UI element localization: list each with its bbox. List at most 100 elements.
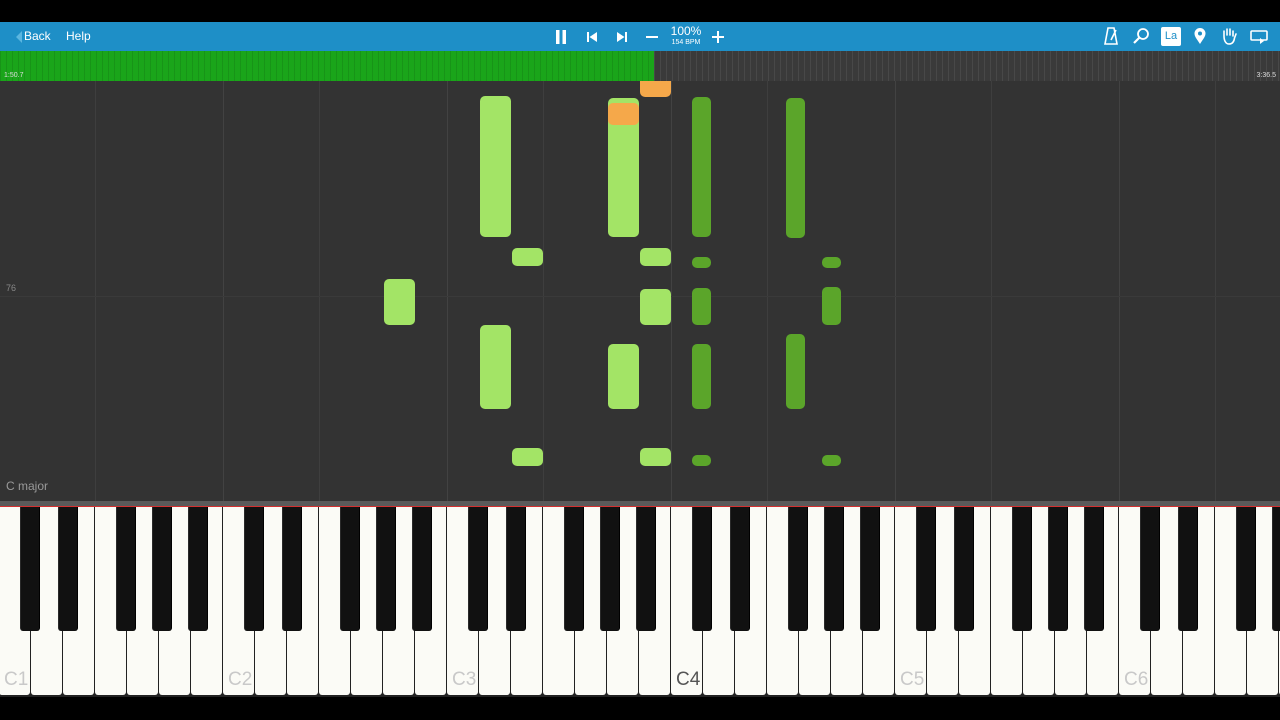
- zoom-readout: 100% 154 BPM: [668, 25, 704, 47]
- next-button[interactable]: [611, 22, 633, 51]
- black-key[interactable]: [506, 507, 526, 631]
- note: [384, 279, 415, 325]
- active-note: [640, 81, 671, 97]
- note: [640, 448, 671, 466]
- black-key[interactable]: [152, 507, 172, 631]
- zoom-out-button[interactable]: [641, 22, 663, 51]
- note: [480, 325, 511, 409]
- black-key[interactable]: [1178, 507, 1198, 631]
- black-key[interactable]: [1236, 507, 1256, 631]
- black-key[interactable]: [376, 507, 396, 631]
- note: [692, 257, 711, 268]
- bottom-bar: [0, 697, 1280, 720]
- skip-back-icon: [587, 32, 597, 42]
- grid-line: [991, 81, 992, 501]
- toolbar: Back Help 100% 154 BPM La: [0, 22, 1280, 51]
- black-key[interactable]: [1140, 507, 1160, 631]
- octave-label: C6: [1124, 669, 1149, 690]
- black-key[interactable]: [730, 507, 750, 631]
- note: [692, 455, 711, 466]
- black-key[interactable]: [20, 507, 40, 631]
- location-pin-icon: [1194, 28, 1206, 44]
- key-signature: C major: [6, 479, 49, 493]
- note: [822, 257, 841, 268]
- note: [640, 248, 671, 266]
- elapsed-time: 1:50.7: [4, 72, 24, 79]
- piano-keyboard[interactable]: C1 C2 C3 C4 C5 C6: [0, 507, 1280, 697]
- grid-line: [319, 81, 320, 501]
- black-key[interactable]: [340, 507, 360, 631]
- octave-label: C2: [228, 669, 253, 690]
- note: [786, 98, 805, 238]
- black-key[interactable]: [1272, 507, 1280, 631]
- black-key[interactable]: [692, 507, 712, 631]
- black-key[interactable]: [1048, 507, 1068, 631]
- octave-label: C5: [900, 669, 925, 690]
- black-key[interactable]: [916, 507, 936, 631]
- black-key[interactable]: [860, 507, 880, 631]
- hand-icon: [1223, 28, 1237, 45]
- octave-label: C3: [452, 669, 477, 690]
- pitch-marker: 76: [6, 283, 17, 293]
- black-key[interactable]: [468, 507, 488, 631]
- black-key[interactable]: [244, 507, 264, 631]
- grid-line: [671, 81, 672, 501]
- total-time: 3:36.5: [1256, 72, 1276, 79]
- octave-label: C4: [676, 669, 701, 690]
- grid-line: [223, 81, 224, 501]
- black-key[interactable]: [188, 507, 208, 631]
- help-button[interactable]: Help: [60, 22, 97, 51]
- hand-button[interactable]: [1218, 22, 1240, 51]
- metronome-button[interactable]: [1100, 22, 1122, 51]
- black-key[interactable]: [824, 507, 844, 631]
- black-key[interactable]: [116, 507, 136, 631]
- black-key[interactable]: [1084, 507, 1104, 631]
- note: [786, 334, 805, 409]
- loop-icon: [1250, 30, 1268, 44]
- note: [512, 448, 543, 466]
- song-progress-bar[interactable]: 1:50.7 3:36.5: [0, 51, 1280, 81]
- black-key[interactable]: [282, 507, 302, 631]
- pause-button[interactable]: [550, 22, 572, 51]
- pause-icon: [556, 30, 566, 44]
- marker-button[interactable]: [1189, 22, 1211, 51]
- note: [822, 287, 841, 325]
- search-icon: [1133, 28, 1149, 44]
- black-key[interactable]: [788, 507, 808, 631]
- loop-button[interactable]: [1248, 22, 1270, 51]
- back-arrow-icon: [16, 31, 22, 43]
- grid-line: [447, 81, 448, 501]
- note: [608, 344, 639, 409]
- progress-fill: [0, 51, 655, 81]
- grid-line: [1215, 81, 1216, 501]
- note: [692, 288, 711, 325]
- black-key[interactable]: [564, 507, 584, 631]
- note: [512, 248, 543, 266]
- note: [480, 96, 511, 237]
- black-key[interactable]: [58, 507, 78, 631]
- back-label: Back: [24, 29, 51, 43]
- octave-label: C1: [4, 669, 29, 690]
- tempo-bpm: 154 BPM: [671, 39, 701, 46]
- black-key[interactable]: [600, 507, 620, 631]
- search-button[interactable]: [1130, 22, 1152, 51]
- note: [822, 455, 841, 466]
- black-key[interactable]: [636, 507, 656, 631]
- label-toggle-button[interactable]: La: [1161, 27, 1181, 46]
- black-key[interactable]: [954, 507, 974, 631]
- piano-roll[interactable]: 76 C major: [0, 81, 1280, 501]
- zoom-in-button[interactable]: [707, 22, 729, 51]
- black-key[interactable]: [1012, 507, 1032, 631]
- grid-line: [95, 81, 96, 501]
- grid-line: [543, 81, 544, 501]
- note: [692, 344, 711, 409]
- grid-line: [767, 81, 768, 501]
- previous-button[interactable]: [581, 22, 603, 51]
- back-button[interactable]: Back: [12, 22, 57, 51]
- zoom-percent: 100%: [670, 24, 702, 38]
- grid-line: [895, 81, 896, 501]
- metronome-icon: [1104, 27, 1118, 45]
- black-key[interactable]: [412, 507, 432, 631]
- skip-forward-icon: [617, 32, 627, 42]
- plus-icon: [712, 31, 724, 43]
